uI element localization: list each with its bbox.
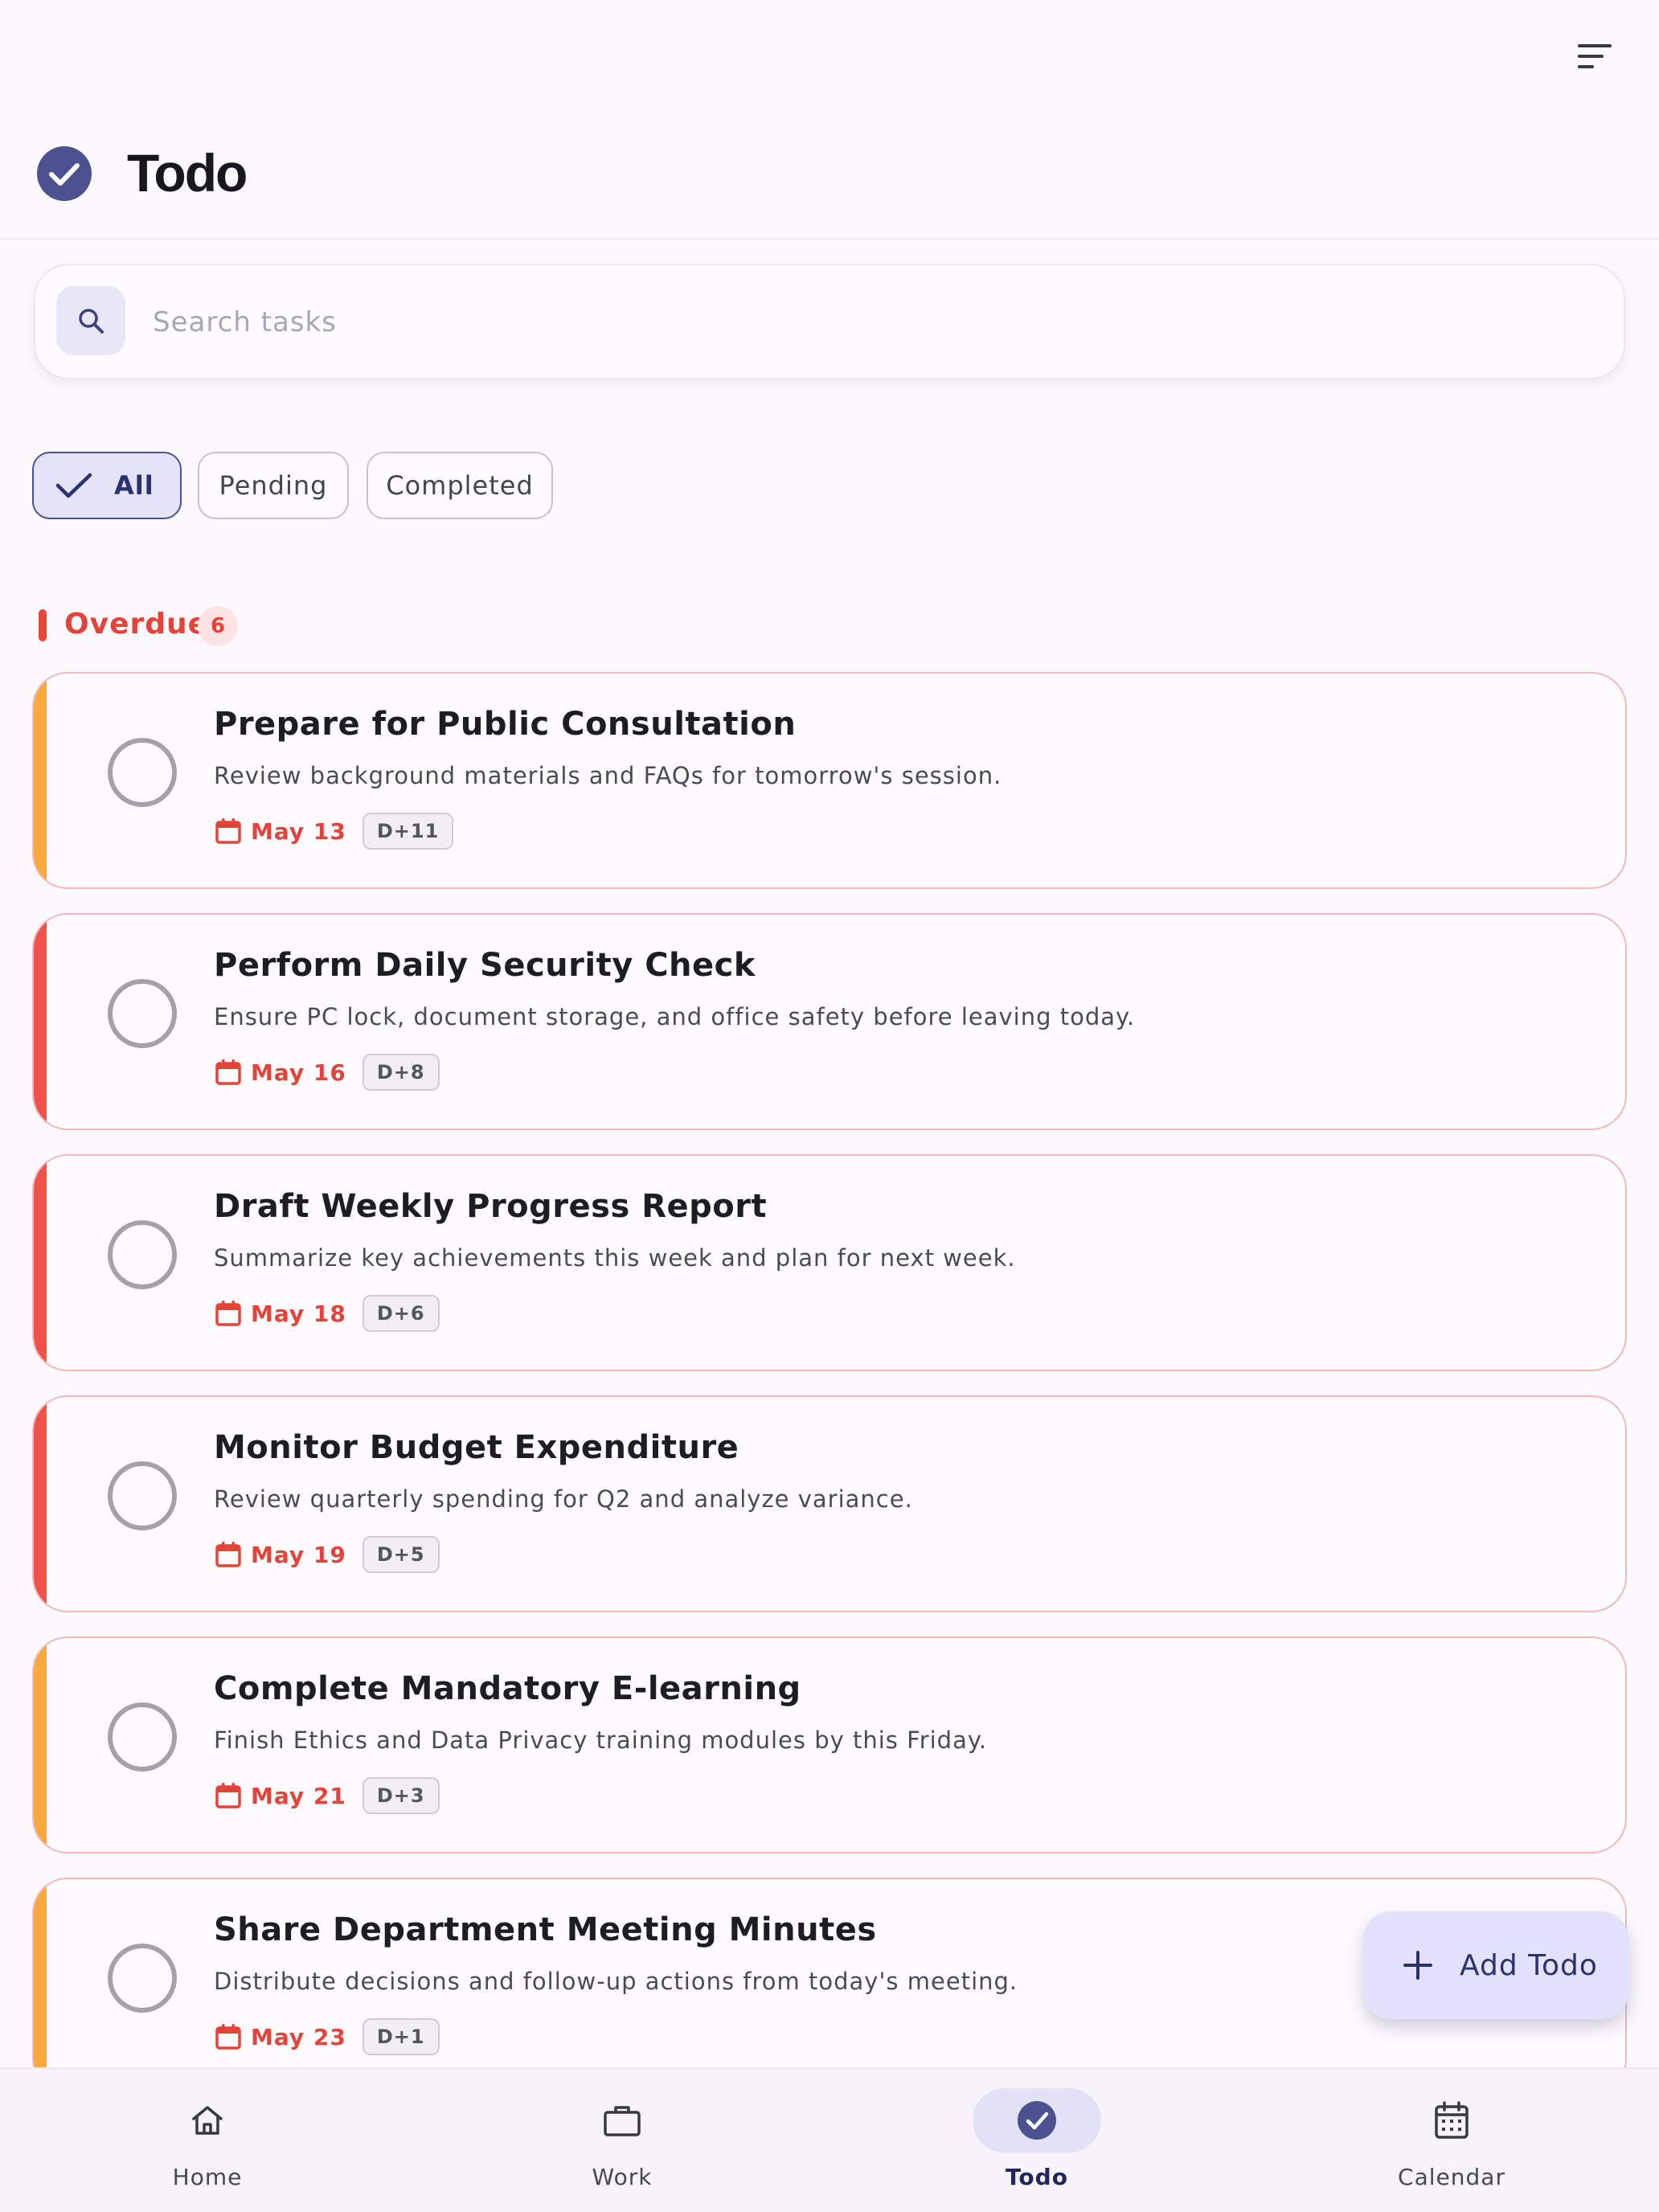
plus-icon bbox=[1403, 1951, 1432, 1980]
todo-meta: May 18 D+6 bbox=[214, 1294, 440, 1333]
todo-meta: May 21 D+3 bbox=[214, 1776, 440, 1815]
dday-badge: D+8 bbox=[362, 1054, 440, 1091]
sort-menu-icon bbox=[1578, 44, 1612, 68]
filter-chip-all-label: All bbox=[114, 470, 154, 501]
todo-description: Distribute decisions and follow-up actio… bbox=[214, 1968, 1018, 1995]
complete-checkbox[interactable] bbox=[108, 1220, 177, 1289]
todo-card[interactable]: Draft Weekly Progress Report Summarize k… bbox=[32, 1154, 1627, 1371]
nav-item-work[interactable]: Work bbox=[518, 2088, 727, 2201]
due-date: May 16 bbox=[251, 1059, 346, 1086]
complete-checkbox[interactable] bbox=[108, 1461, 177, 1530]
due-date: May 18 bbox=[251, 1300, 346, 1327]
priority-stripe bbox=[34, 1879, 47, 2067]
todo-meta: May 23 D+1 bbox=[214, 2017, 440, 2056]
check-icon bbox=[55, 473, 92, 498]
filter-chip-completed[interactable]: Completed bbox=[367, 452, 553, 519]
search-input[interactable] bbox=[151, 289, 1598, 355]
todo-title: Complete Mandatory E-learning bbox=[214, 1670, 801, 1707]
todo-card[interactable]: Perform Daily Security Check Ensure PC l… bbox=[32, 913, 1627, 1130]
dday-badge: D+1 bbox=[362, 2018, 440, 2055]
todo-title: Prepare for Public Consultation bbox=[214, 706, 797, 743]
complete-checkbox[interactable] bbox=[108, 1702, 177, 1772]
dday-badge: D+6 bbox=[362, 1295, 440, 1332]
nav-label-work: Work bbox=[592, 2164, 653, 2190]
todo-title: Draft Weekly Progress Report bbox=[214, 1188, 768, 1225]
filter-chip-pending[interactable]: Pending bbox=[198, 452, 349, 519]
todo-description: Ensure PC lock, document storage, and of… bbox=[214, 1003, 1136, 1030]
todo-title: Perform Daily Security Check bbox=[214, 947, 756, 984]
nav-icon-container bbox=[558, 2088, 686, 2153]
nav-icon-container bbox=[143, 2088, 272, 2153]
calendar-icon bbox=[215, 818, 241, 844]
todo-meta: May 13 D+11 bbox=[214, 812, 454, 850]
search-icon-container bbox=[56, 286, 125, 355]
priority-stripe bbox=[34, 1397, 47, 1611]
filter-chip-completed-label: Completed bbox=[386, 470, 534, 501]
nav-item-home[interactable]: Home bbox=[103, 2088, 312, 2201]
dday-badge: D+5 bbox=[362, 1536, 440, 1573]
calendar-icon bbox=[215, 1542, 241, 1567]
section-title: Overdue bbox=[64, 608, 209, 641]
todo-title: Monitor Budget Expenditure bbox=[214, 1429, 739, 1466]
todo-card[interactable]: Complete Mandatory E-learning Finish Eth… bbox=[32, 1636, 1627, 1854]
todo-card[interactable]: Monitor Budget Expenditure Review quarte… bbox=[32, 1395, 1627, 1612]
nav-item-calendar[interactable]: Calendar bbox=[1347, 2088, 1556, 2201]
dday-badge: D+11 bbox=[362, 813, 454, 850]
section-count-badge: 6 bbox=[198, 606, 238, 646]
calendar-icon bbox=[215, 2024, 241, 2050]
todo-description: Finish Ethics and Data Privacy training … bbox=[214, 1727, 988, 1754]
page-title: Todo bbox=[127, 143, 248, 203]
nav-label-home: Home bbox=[172, 2164, 243, 2190]
todo-title: Share Department Meeting Minutes bbox=[214, 1911, 877, 1948]
complete-checkbox[interactable] bbox=[108, 1944, 177, 2013]
filter-chip-all[interactable]: All bbox=[32, 452, 182, 519]
todo-description: Review quarterly spending for Q2 and ana… bbox=[214, 1485, 913, 1513]
priority-stripe bbox=[34, 1156, 47, 1370]
add-todo-button[interactable]: Add Todo bbox=[1363, 1911, 1628, 2019]
todo-description: Review background materials and FAQs for… bbox=[214, 762, 1002, 789]
priority-stripe bbox=[34, 915, 47, 1129]
search-icon bbox=[79, 309, 104, 334]
due-date: May 13 bbox=[251, 817, 346, 845]
app-bar: Todo bbox=[0, 0, 1659, 240]
priority-stripe bbox=[34, 674, 47, 887]
nav-icon-container bbox=[973, 2088, 1101, 2153]
bottom-nav: Home Work Todo Calendar bbox=[0, 2067, 1659, 2212]
due-date: May 19 bbox=[251, 1541, 346, 1568]
calendar-icon bbox=[215, 1783, 241, 1809]
home-icon bbox=[192, 2106, 223, 2135]
todo-description: Summarize key achievements this week and… bbox=[214, 1244, 1016, 1272]
sort-menu-button[interactable] bbox=[1567, 32, 1624, 80]
todo-meta: May 19 D+5 bbox=[214, 1535, 440, 1574]
section-indicator bbox=[39, 609, 47, 641]
check-circle-icon bbox=[1018, 2101, 1056, 2140]
calendar-icon bbox=[215, 1301, 241, 1326]
dday-badge: D+3 bbox=[362, 1777, 440, 1814]
briefcase-icon bbox=[604, 2106, 641, 2136]
todo-card[interactable]: Prepare for Public Consultation Review b… bbox=[32, 672, 1627, 889]
check-circle-icon bbox=[37, 146, 92, 201]
nav-icon-container bbox=[1387, 2088, 1516, 2153]
nav-label-calendar: Calendar bbox=[1398, 2164, 1505, 2190]
complete-checkbox[interactable] bbox=[108, 738, 177, 807]
add-todo-label: Add Todo bbox=[1460, 1948, 1598, 1982]
todo-list[interactable]: Prepare for Public Consultation Review b… bbox=[0, 667, 1659, 2067]
nav-item-todo[interactable]: Todo bbox=[932, 2088, 1141, 2201]
nav-label-todo: Todo bbox=[1006, 2164, 1068, 2190]
calendar-icon bbox=[1435, 2101, 1469, 2139]
calendar-icon bbox=[215, 1059, 241, 1085]
due-date: May 23 bbox=[251, 2023, 346, 2050]
due-date: May 21 bbox=[251, 1782, 346, 1809]
todo-meta: May 16 D+8 bbox=[214, 1053, 440, 1092]
complete-checkbox[interactable] bbox=[108, 979, 177, 1048]
filter-chip-pending-label: Pending bbox=[219, 470, 328, 501]
search-bar[interactable] bbox=[34, 264, 1625, 379]
priority-stripe bbox=[34, 1638, 47, 1852]
